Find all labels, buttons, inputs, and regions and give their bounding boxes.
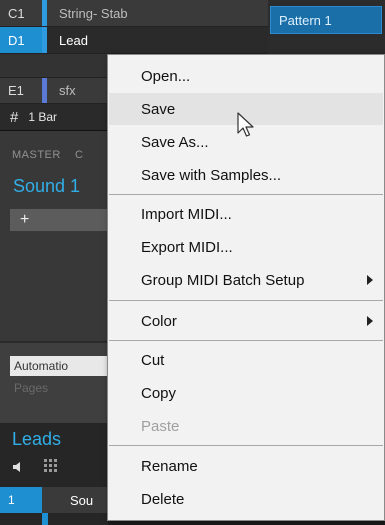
menu-item-color[interactable]: Color (109, 305, 383, 337)
menu-item-paste: Paste (109, 410, 383, 442)
menu-item-import-midi[interactable]: Import MIDI... (109, 198, 383, 230)
color-strip (42, 513, 48, 525)
speaker-icon[interactable] (12, 461, 24, 476)
menu-item-label: Open... (141, 67, 191, 85)
menu-item-label: Color (141, 312, 177, 330)
pattern-length-label: 1 Bar (28, 110, 58, 124)
menu-separator (109, 445, 383, 446)
sound-title[interactable]: Sound 1 (13, 176, 80, 197)
menu-item-cut[interactable]: Cut (109, 344, 383, 376)
sound-number: 1 (0, 487, 42, 513)
master-extra-label: C (75, 149, 83, 161)
menu-item-export-midi[interactable]: Export MIDI... (109, 231, 383, 263)
menu-item-group-midi-batch-setup[interactable]: Group MIDI Batch Setup (109, 264, 383, 296)
leads-panel: Leads 1 Sou (0, 423, 108, 525)
menu-item-copy[interactable]: Copy (109, 377, 383, 409)
automation-button[interactable]: Automatio (10, 356, 108, 376)
group-name: Lead (59, 32, 88, 48)
hash-icon: # (10, 108, 19, 126)
menu-item-label: Save As... (141, 133, 209, 151)
automation-panel: Automatio Pages (0, 343, 108, 423)
group-code: C1 (8, 5, 25, 21)
menu-separator (109, 300, 383, 301)
menu-item-label: Cut (141, 351, 165, 369)
menu-item-label: Copy (141, 384, 177, 402)
menu-item-open[interactable]: Open... (109, 60, 383, 92)
group-code: D1 (0, 27, 42, 53)
mouse-pointer-icon (237, 112, 254, 137)
sound-row[interactable]: 1 Sou (0, 487, 108, 513)
group-name: String- Stab (59, 5, 128, 21)
menu-item-label: Import MIDI... (141, 205, 232, 223)
master-label: MASTER (12, 149, 61, 161)
group-name: sfx (59, 82, 76, 98)
sound-name: Sou (70, 492, 94, 508)
group-code: E1 (8, 82, 24, 98)
group-row-c1[interactable]: C1 String- Stab (0, 0, 268, 27)
menu-item-label: Save (141, 100, 176, 118)
pattern-cell[interactable]: Pattern 1 (270, 6, 382, 34)
menu-item-save-with-samples[interactable]: Save with Samples... (109, 159, 383, 191)
menu-item-label: Paste (141, 417, 180, 435)
add-plugin-button[interactable]: + (10, 209, 108, 231)
menu-separator (109, 340, 383, 341)
grid-icon[interactable] (44, 459, 60, 473)
menu-item-label: Group MIDI Batch Setup (141, 271, 305, 289)
pages-label: Pages (14, 381, 49, 395)
group-row-d1[interactable]: D1 Lead (0, 27, 268, 54)
plus-icon: + (20, 211, 30, 228)
menu-item-label: Delete (141, 490, 185, 508)
menu-item-delete[interactable]: Delete (109, 483, 383, 515)
menu-item-label: Save with Samples... (141, 166, 282, 184)
submenu-arrow-icon (367, 275, 373, 285)
group-title[interactable]: Leads (12, 429, 61, 450)
menu-separator (109, 194, 383, 195)
master-panel: MASTER C Sound 1 + (0, 131, 108, 341)
submenu-arrow-icon (367, 316, 373, 326)
menu-item-label: Export MIDI... (141, 238, 233, 256)
menu-item-label: Rename (141, 457, 198, 475)
menu-item-rename[interactable]: Rename (109, 450, 383, 482)
